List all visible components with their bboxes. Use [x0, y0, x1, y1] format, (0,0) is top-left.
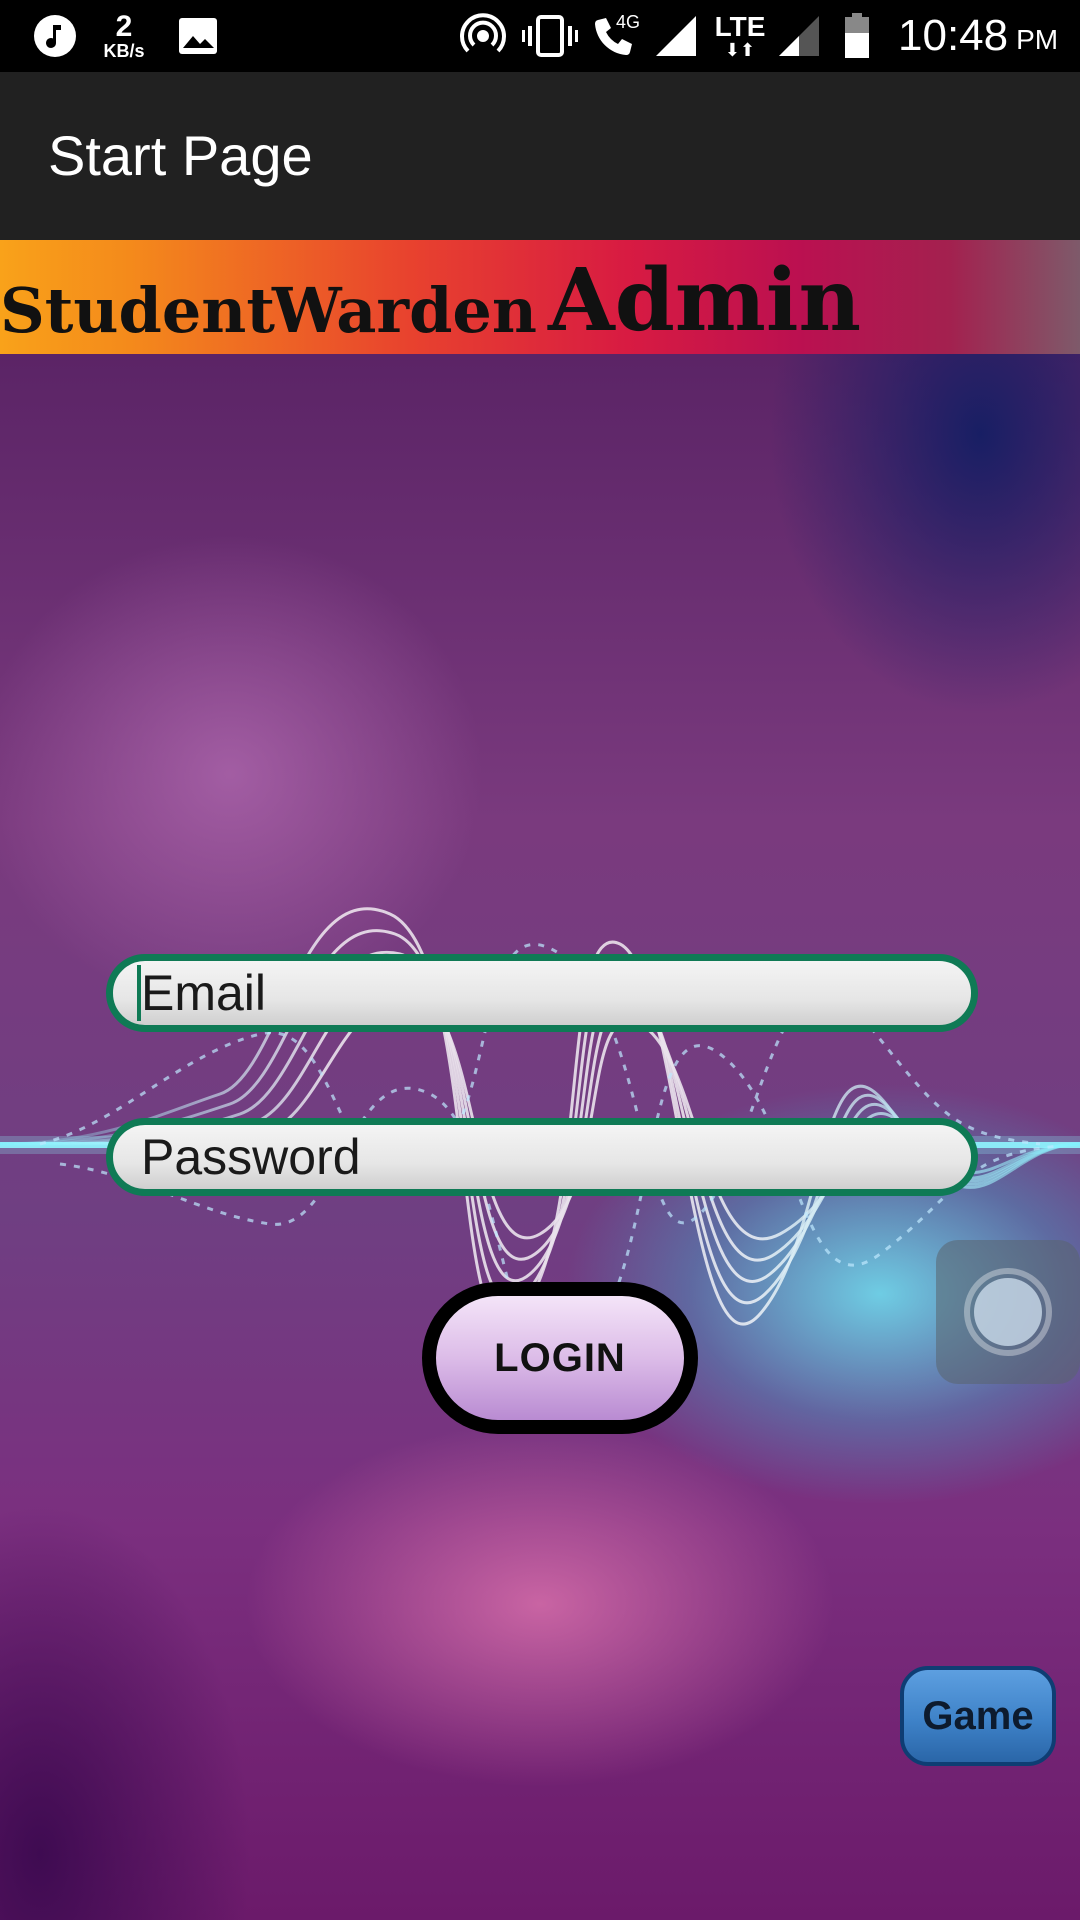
password-placeholder: Password	[141, 1129, 361, 1185]
signal-icon	[652, 0, 700, 72]
image-icon	[176, 0, 220, 72]
clock: 10:48 PM	[898, 0, 1068, 72]
battery-icon	[840, 0, 874, 72]
data-rate-unit: KB/s	[103, 41, 145, 61]
data-rate-value: 2	[115, 10, 133, 43]
login-label: LOGIN	[494, 1335, 626, 1380]
email-field[interactable]: Email	[106, 954, 978, 1032]
tab-admin[interactable]: Admin	[548, 250, 861, 351]
login-button[interactable]: LOGIN	[422, 1282, 698, 1434]
clock-time: 10:48	[898, 11, 1009, 60]
clock-ampm: PM	[1016, 24, 1059, 55]
lte-icon: LTE ⬇⬆	[714, 11, 766, 60]
hotspot-icon	[458, 0, 508, 72]
assistive-touch-button[interactable]	[936, 1240, 1080, 1384]
wifi-call-icon: 4G	[588, 0, 640, 72]
login-screen: Email Password LOGIN Game	[0, 354, 1080, 1920]
lte-label: LTE	[714, 11, 766, 42]
page-title: Start Page	[48, 124, 313, 187]
password-field[interactable]: Password	[106, 1118, 978, 1196]
network-label: 4G	[616, 12, 641, 32]
app-bar: Start Page	[0, 72, 1080, 240]
email-placeholder: Email	[141, 965, 267, 1021]
game-label: Game	[922, 1693, 1034, 1738]
data-rate: 2 KB/s	[96, 0, 152, 72]
tab-student[interactable]: Student	[0, 274, 275, 347]
status-bar: 2 KB/s 4G LTE ⬇⬆ 10:48 PM	[0, 0, 1080, 72]
tab-warden[interactable]: Warden	[272, 274, 537, 347]
assistive-touch-dot	[974, 1278, 1042, 1346]
music-icon	[30, 0, 80, 72]
vibrate-icon	[522, 0, 578, 72]
signal-weak-icon	[776, 0, 822, 72]
role-tabs: Student Warden Admin	[0, 240, 1080, 354]
game-button[interactable]: Game	[900, 1666, 1056, 1766]
